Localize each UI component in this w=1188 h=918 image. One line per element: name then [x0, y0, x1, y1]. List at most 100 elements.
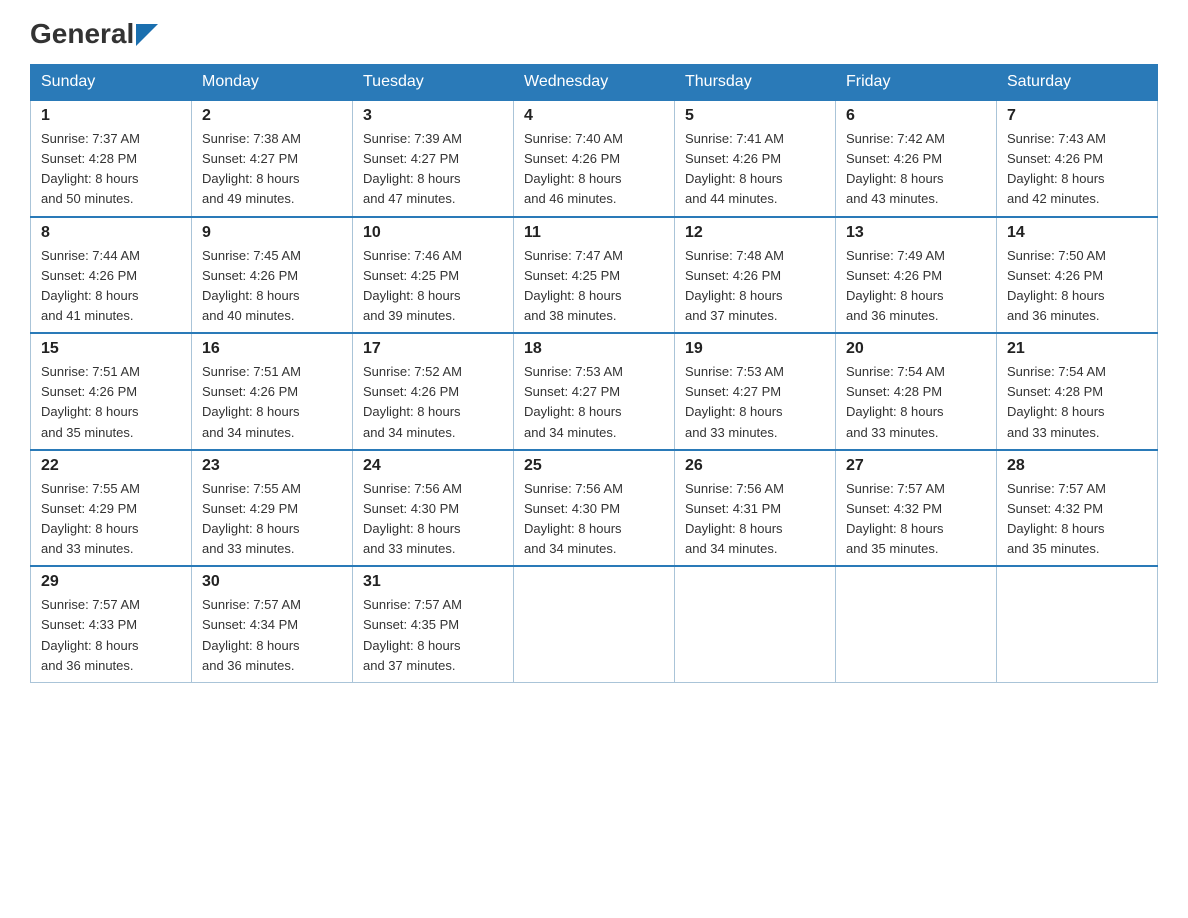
day-number: 23: [202, 457, 342, 475]
calendar-cell: 18 Sunrise: 7:53 AM Sunset: 4:27 PM Dayl…: [514, 333, 675, 450]
calendar-header-row: SundayMondayTuesdayWednesdayThursdayFrid…: [31, 65, 1158, 101]
calendar-cell: 27 Sunrise: 7:57 AM Sunset: 4:32 PM Dayl…: [836, 450, 997, 567]
day-info: Sunrise: 7:54 AM Sunset: 4:28 PM Dayligh…: [846, 362, 986, 443]
calendar-cell: 16 Sunrise: 7:51 AM Sunset: 4:26 PM Dayl…: [192, 333, 353, 450]
calendar-cell: 26 Sunrise: 7:56 AM Sunset: 4:31 PM Dayl…: [675, 450, 836, 567]
day-info: Sunrise: 7:57 AM Sunset: 4:35 PM Dayligh…: [363, 595, 503, 676]
day-info: Sunrise: 7:48 AM Sunset: 4:26 PM Dayligh…: [685, 246, 825, 327]
calendar-cell: [836, 566, 997, 682]
calendar-week-row: 22 Sunrise: 7:55 AM Sunset: 4:29 PM Dayl…: [31, 450, 1158, 567]
day-info: Sunrise: 7:43 AM Sunset: 4:26 PM Dayligh…: [1007, 129, 1147, 210]
calendar-cell: [997, 566, 1158, 682]
calendar-cell: 2 Sunrise: 7:38 AM Sunset: 4:27 PM Dayli…: [192, 100, 353, 217]
day-number: 26: [685, 457, 825, 475]
day-number: 1: [41, 107, 181, 125]
day-info: Sunrise: 7:47 AM Sunset: 4:25 PM Dayligh…: [524, 246, 664, 327]
day-number: 16: [202, 340, 342, 358]
day-number: 6: [846, 107, 986, 125]
logo-arrow-icon: [136, 24, 158, 46]
day-info: Sunrise: 7:44 AM Sunset: 4:26 PM Dayligh…: [41, 246, 181, 327]
day-info: Sunrise: 7:51 AM Sunset: 4:26 PM Dayligh…: [202, 362, 342, 443]
calendar-cell: 25 Sunrise: 7:56 AM Sunset: 4:30 PM Dayl…: [514, 450, 675, 567]
calendar-cell: 11 Sunrise: 7:47 AM Sunset: 4:25 PM Dayl…: [514, 217, 675, 334]
day-number: 25: [524, 457, 664, 475]
calendar-week-row: 1 Sunrise: 7:37 AM Sunset: 4:28 PM Dayli…: [31, 100, 1158, 217]
day-number: 10: [363, 224, 503, 242]
day-number: 30: [202, 573, 342, 591]
logo-text-general: General: [30, 20, 134, 48]
calendar-cell: 20 Sunrise: 7:54 AM Sunset: 4:28 PM Dayl…: [836, 333, 997, 450]
day-number: 8: [41, 224, 181, 242]
day-info: Sunrise: 7:41 AM Sunset: 4:26 PM Dayligh…: [685, 129, 825, 210]
day-number: 11: [524, 224, 664, 242]
day-info: Sunrise: 7:53 AM Sunset: 4:27 PM Dayligh…: [524, 362, 664, 443]
day-info: Sunrise: 7:54 AM Sunset: 4:28 PM Dayligh…: [1007, 362, 1147, 443]
calendar-cell: 29 Sunrise: 7:57 AM Sunset: 4:33 PM Dayl…: [31, 566, 192, 682]
calendar-cell: 30 Sunrise: 7:57 AM Sunset: 4:34 PM Dayl…: [192, 566, 353, 682]
day-header-monday: Monday: [192, 65, 353, 101]
day-header-thursday: Thursday: [675, 65, 836, 101]
calendar-cell: 31 Sunrise: 7:57 AM Sunset: 4:35 PM Dayl…: [353, 566, 514, 682]
day-number: 31: [363, 573, 503, 591]
day-number: 13: [846, 224, 986, 242]
logo: General: [30, 20, 158, 48]
day-info: Sunrise: 7:40 AM Sunset: 4:26 PM Dayligh…: [524, 129, 664, 210]
calendar-cell: 15 Sunrise: 7:51 AM Sunset: 4:26 PM Dayl…: [31, 333, 192, 450]
day-number: 22: [41, 457, 181, 475]
day-number: 18: [524, 340, 664, 358]
calendar-cell: 23 Sunrise: 7:55 AM Sunset: 4:29 PM Dayl…: [192, 450, 353, 567]
day-info: Sunrise: 7:56 AM Sunset: 4:30 PM Dayligh…: [524, 479, 664, 560]
day-number: 27: [846, 457, 986, 475]
calendar-cell: 7 Sunrise: 7:43 AM Sunset: 4:26 PM Dayli…: [997, 100, 1158, 217]
day-number: 9: [202, 224, 342, 242]
calendar-week-row: 15 Sunrise: 7:51 AM Sunset: 4:26 PM Dayl…: [31, 333, 1158, 450]
day-number: 24: [363, 457, 503, 475]
day-header-sunday: Sunday: [31, 65, 192, 101]
day-info: Sunrise: 7:57 AM Sunset: 4:32 PM Dayligh…: [846, 479, 986, 560]
day-number: 15: [41, 340, 181, 358]
day-number: 19: [685, 340, 825, 358]
day-info: Sunrise: 7:39 AM Sunset: 4:27 PM Dayligh…: [363, 129, 503, 210]
page-header: General: [30, 20, 1158, 48]
day-info: Sunrise: 7:45 AM Sunset: 4:26 PM Dayligh…: [202, 246, 342, 327]
day-info: Sunrise: 7:52 AM Sunset: 4:26 PM Dayligh…: [363, 362, 503, 443]
day-info: Sunrise: 7:37 AM Sunset: 4:28 PM Dayligh…: [41, 129, 181, 210]
day-header-saturday: Saturday: [997, 65, 1158, 101]
calendar-cell: 22 Sunrise: 7:55 AM Sunset: 4:29 PM Dayl…: [31, 450, 192, 567]
day-number: 2: [202, 107, 342, 125]
calendar-cell: 21 Sunrise: 7:54 AM Sunset: 4:28 PM Dayl…: [997, 333, 1158, 450]
calendar-cell: 1 Sunrise: 7:37 AM Sunset: 4:28 PM Dayli…: [31, 100, 192, 217]
day-number: 5: [685, 107, 825, 125]
day-number: 14: [1007, 224, 1147, 242]
day-info: Sunrise: 7:46 AM Sunset: 4:25 PM Dayligh…: [363, 246, 503, 327]
day-number: 28: [1007, 457, 1147, 475]
day-number: 3: [363, 107, 503, 125]
day-number: 4: [524, 107, 664, 125]
calendar-cell: 10 Sunrise: 7:46 AM Sunset: 4:25 PM Dayl…: [353, 217, 514, 334]
day-number: 17: [363, 340, 503, 358]
calendar-cell: 8 Sunrise: 7:44 AM Sunset: 4:26 PM Dayli…: [31, 217, 192, 334]
day-info: Sunrise: 7:57 AM Sunset: 4:33 PM Dayligh…: [41, 595, 181, 676]
day-info: Sunrise: 7:51 AM Sunset: 4:26 PM Dayligh…: [41, 362, 181, 443]
day-info: Sunrise: 7:56 AM Sunset: 4:30 PM Dayligh…: [363, 479, 503, 560]
calendar-cell: [675, 566, 836, 682]
day-info: Sunrise: 7:55 AM Sunset: 4:29 PM Dayligh…: [202, 479, 342, 560]
calendar-cell: 17 Sunrise: 7:52 AM Sunset: 4:26 PM Dayl…: [353, 333, 514, 450]
calendar-cell: 9 Sunrise: 7:45 AM Sunset: 4:26 PM Dayli…: [192, 217, 353, 334]
day-info: Sunrise: 7:42 AM Sunset: 4:26 PM Dayligh…: [846, 129, 986, 210]
day-number: 21: [1007, 340, 1147, 358]
day-header-wednesday: Wednesday: [514, 65, 675, 101]
day-header-tuesday: Tuesday: [353, 65, 514, 101]
calendar-cell: 4 Sunrise: 7:40 AM Sunset: 4:26 PM Dayli…: [514, 100, 675, 217]
calendar-cell: 12 Sunrise: 7:48 AM Sunset: 4:26 PM Dayl…: [675, 217, 836, 334]
calendar-cell: 28 Sunrise: 7:57 AM Sunset: 4:32 PM Dayl…: [997, 450, 1158, 567]
day-info: Sunrise: 7:50 AM Sunset: 4:26 PM Dayligh…: [1007, 246, 1147, 327]
day-number: 7: [1007, 107, 1147, 125]
calendar-cell: 6 Sunrise: 7:42 AM Sunset: 4:26 PM Dayli…: [836, 100, 997, 217]
calendar-week-row: 29 Sunrise: 7:57 AM Sunset: 4:33 PM Dayl…: [31, 566, 1158, 682]
day-info: Sunrise: 7:55 AM Sunset: 4:29 PM Dayligh…: [41, 479, 181, 560]
day-number: 20: [846, 340, 986, 358]
calendar-cell: 14 Sunrise: 7:50 AM Sunset: 4:26 PM Dayl…: [997, 217, 1158, 334]
day-info: Sunrise: 7:56 AM Sunset: 4:31 PM Dayligh…: [685, 479, 825, 560]
day-number: 12: [685, 224, 825, 242]
